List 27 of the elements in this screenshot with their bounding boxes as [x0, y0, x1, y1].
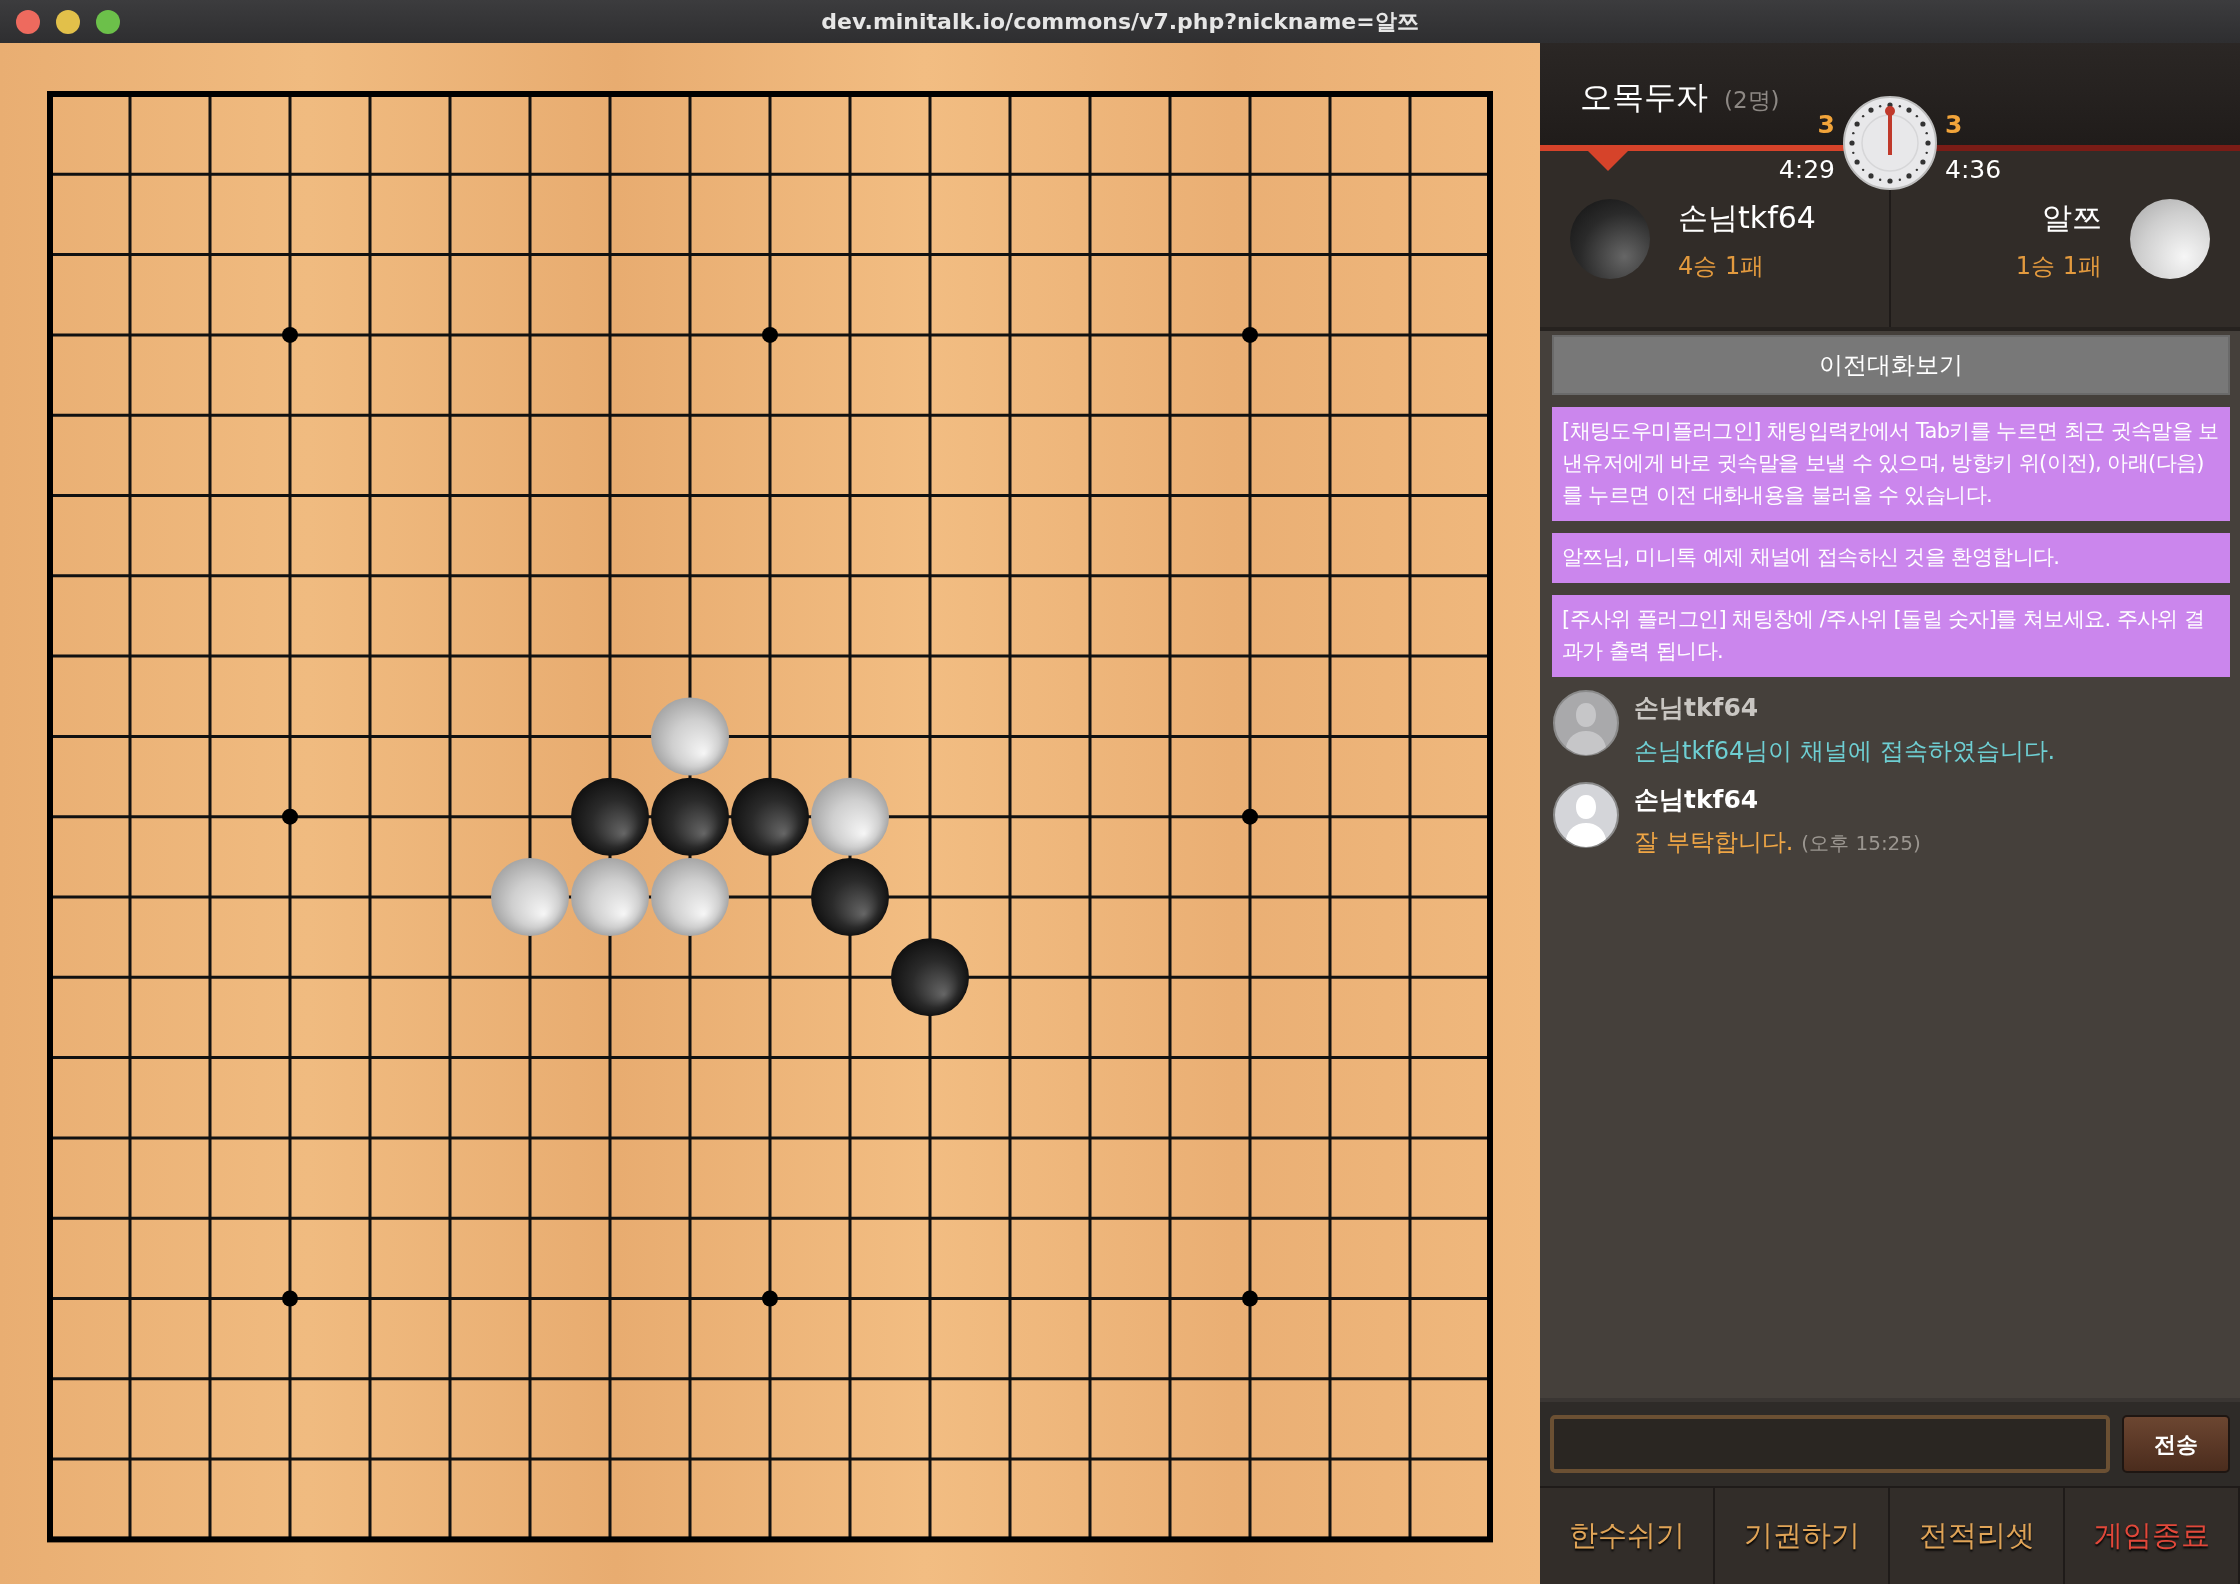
message-text: 잘 부탁합니다. [1634, 828, 1794, 856]
avatar-silhouette-icon [1552, 780, 1620, 849]
remaining-time: 4:29 [1778, 154, 1835, 186]
sender-name: 손님tkf64 [1634, 692, 1760, 724]
player-name: 알쯔 [2041, 198, 2102, 237]
history-button[interactable]: 이전대화보기 [1552, 335, 2230, 395]
move-count: 3 [1945, 109, 1963, 141]
notice-message: [채팅도우미플러그인] 채팅입력칸에서 Tab키를 누르면 최근 귓속말을 보낸유저에게 바로 귓속말을 보낼 수 있으며, 방향키 위(이전), 아래(다음)를 누르면 이전 대화내용을 불러올 수 있습니다. [1552, 407, 2230, 521]
win-loss-record: 4승 1패 [1678, 250, 1766, 282]
send-button[interactable]: 전송 [2122, 1415, 2230, 1473]
room-title: 오목두자 [1580, 78, 1708, 116]
message-time: (오후 15:25) [1801, 831, 1921, 855]
win-loss-record: 1승 1패 [2015, 250, 2102, 282]
close-icon[interactable] [16, 9, 40, 34]
avatar-silhouette-icon [1552, 689, 1620, 757]
minimize-icon[interactable] [56, 9, 80, 34]
message-text: 손님tkf64님이 채널에 접속하였습니다. [1634, 736, 2056, 765]
member-count: (2명) [1724, 87, 1780, 113]
sender-name: 손님tkf64 [1634, 783, 1760, 816]
zoom-icon[interactable] [96, 9, 120, 34]
notice-message: 알쯔님, 미니톡 예제 채널에 접속하신 것을 환영합니다. [1552, 533, 2230, 583]
move-count: 3 [1817, 109, 1835, 141]
remaining-time: 4:36 [1945, 154, 2002, 186]
notice-message: [주사위 플러그인] 채팅창에 /주사위 [돌릴 숫자]를 쳐보세요. 주사위 결과가 출력 됩니다. [1552, 595, 2230, 677]
player-name: 손님tkf64 [1678, 198, 1816, 237]
window-title: dev.minitalk.io/commons/v7.php?nickname=알쯔 [821, 8, 1419, 36]
chat-input-field[interactable] [1550, 1415, 2110, 1473]
